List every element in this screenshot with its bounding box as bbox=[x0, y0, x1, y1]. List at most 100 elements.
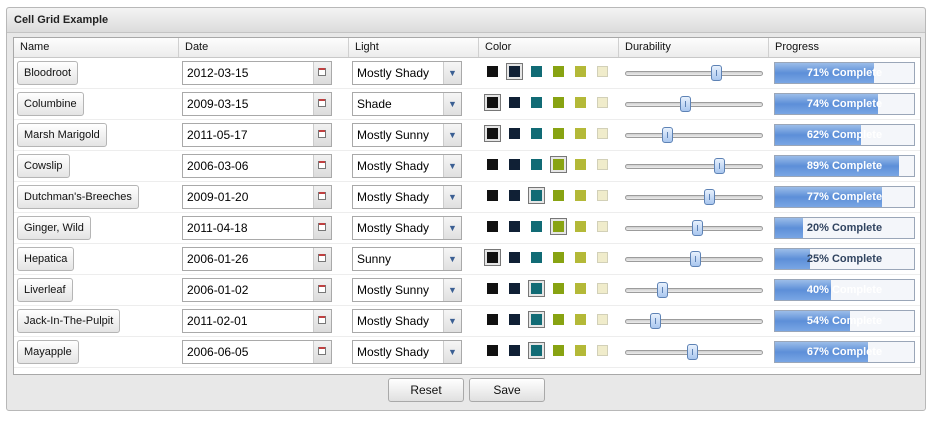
row-name-button[interactable]: Liverleaf bbox=[17, 278, 73, 302]
row-name-button[interactable]: Cowslip bbox=[17, 154, 70, 178]
color-swatch[interactable] bbox=[531, 159, 542, 170]
color-swatch[interactable] bbox=[553, 252, 564, 263]
color-swatch[interactable] bbox=[553, 283, 564, 294]
column-header-date[interactable]: Date bbox=[179, 38, 349, 57]
chevron-down-icon[interactable]: ▼ bbox=[443, 124, 461, 146]
calendar-icon[interactable] bbox=[313, 124, 331, 146]
row-name-button[interactable]: Hepatica bbox=[17, 247, 75, 271]
chevron-down-icon[interactable]: ▼ bbox=[443, 93, 461, 115]
durability-slider-thumb[interactable] bbox=[680, 96, 691, 112]
color-swatch[interactable] bbox=[553, 66, 564, 77]
row-name-button[interactable]: Jack-In-The-Pulpit bbox=[17, 309, 121, 333]
chevron-down-icon[interactable]: ▼ bbox=[443, 310, 461, 332]
durability-slider-track[interactable] bbox=[625, 288, 763, 293]
color-swatch[interactable] bbox=[575, 252, 586, 263]
chevron-down-icon[interactable]: ▼ bbox=[443, 279, 461, 301]
column-header-progress[interactable]: Progress bbox=[769, 38, 920, 57]
durability-slider-thumb[interactable] bbox=[714, 158, 725, 174]
color-swatch[interactable] bbox=[575, 345, 586, 356]
light-select[interactable]: Mostly Sunny ▼ bbox=[352, 123, 462, 147]
light-select[interactable]: Mostly Sunny ▼ bbox=[352, 278, 462, 302]
color-swatch[interactable] bbox=[597, 345, 608, 356]
light-select[interactable]: Mostly Shady ▼ bbox=[352, 309, 462, 333]
color-swatch[interactable] bbox=[597, 66, 608, 77]
light-select[interactable]: Shade ▼ bbox=[352, 92, 462, 116]
color-swatch[interactable] bbox=[597, 252, 608, 263]
durability-slider-track[interactable] bbox=[625, 164, 763, 169]
color-swatch-selected[interactable] bbox=[550, 156, 567, 173]
color-swatch[interactable] bbox=[597, 314, 608, 325]
color-swatch[interactable] bbox=[509, 283, 520, 294]
color-swatch[interactable] bbox=[597, 190, 608, 201]
column-header-name[interactable]: Name bbox=[14, 38, 179, 57]
durability-slider-track[interactable] bbox=[625, 319, 763, 324]
row-name-button[interactable]: Dutchman's-Breeches bbox=[17, 185, 139, 209]
color-swatch[interactable] bbox=[509, 314, 520, 325]
color-swatch-selected[interactable] bbox=[528, 280, 545, 297]
durability-slider-thumb[interactable] bbox=[687, 344, 698, 360]
calendar-icon[interactable] bbox=[313, 155, 331, 177]
chevron-down-icon[interactable]: ▼ bbox=[443, 341, 461, 363]
color-swatch[interactable] bbox=[553, 314, 564, 325]
row-name-button[interactable]: Ginger, Wild bbox=[17, 216, 91, 240]
chevron-down-icon[interactable]: ▼ bbox=[443, 62, 461, 84]
calendar-icon[interactable] bbox=[313, 279, 331, 301]
chevron-down-icon[interactable]: ▼ bbox=[443, 217, 461, 239]
color-swatch[interactable] bbox=[487, 283, 498, 294]
light-select[interactable]: Mostly Shady ▼ bbox=[352, 154, 462, 178]
date-field[interactable]: 2006-01-02 bbox=[182, 278, 332, 302]
durability-slider-track[interactable] bbox=[625, 195, 763, 200]
color-swatch-selected[interactable] bbox=[506, 63, 523, 80]
color-swatch[interactable] bbox=[575, 283, 586, 294]
calendar-icon[interactable] bbox=[313, 248, 331, 270]
durability-slider-thumb[interactable] bbox=[704, 189, 715, 205]
calendar-icon[interactable] bbox=[313, 341, 331, 363]
color-swatch-selected[interactable] bbox=[484, 94, 501, 111]
date-field[interactable]: 2009-03-15 bbox=[182, 92, 332, 116]
calendar-icon[interactable] bbox=[313, 186, 331, 208]
color-swatch[interactable] bbox=[531, 97, 542, 108]
color-swatch-selected[interactable] bbox=[484, 249, 501, 266]
save-button[interactable]: Save bbox=[469, 378, 545, 402]
color-swatch[interactable] bbox=[553, 97, 564, 108]
row-name-button[interactable]: Columbine bbox=[17, 92, 84, 116]
light-select[interactable]: Mostly Shady ▼ bbox=[352, 340, 462, 364]
color-swatch[interactable] bbox=[575, 97, 586, 108]
color-swatch[interactable] bbox=[531, 128, 542, 139]
color-swatch[interactable] bbox=[575, 190, 586, 201]
durability-slider-track[interactable] bbox=[625, 102, 763, 107]
color-swatch[interactable] bbox=[509, 128, 520, 139]
calendar-icon[interactable] bbox=[313, 310, 331, 332]
color-swatch[interactable] bbox=[509, 159, 520, 170]
date-field[interactable]: 2006-06-05 bbox=[182, 340, 332, 364]
date-field[interactable]: 2006-03-06 bbox=[182, 154, 332, 178]
color-swatch-selected[interactable] bbox=[528, 311, 545, 328]
date-field[interactable]: 2009-01-20 bbox=[182, 185, 332, 209]
calendar-icon[interactable] bbox=[313, 217, 331, 239]
date-field[interactable]: 2012-03-15 bbox=[182, 61, 332, 85]
color-swatch[interactable] bbox=[487, 314, 498, 325]
color-swatch[interactable] bbox=[575, 66, 586, 77]
row-name-button[interactable]: Marsh Marigold bbox=[17, 123, 107, 147]
color-swatch[interactable] bbox=[575, 221, 586, 232]
color-swatch[interactable] bbox=[487, 190, 498, 201]
durability-slider-thumb[interactable] bbox=[692, 220, 703, 236]
calendar-icon[interactable] bbox=[313, 93, 331, 115]
calendar-icon[interactable] bbox=[313, 62, 331, 84]
date-field[interactable]: 2011-02-01 bbox=[182, 309, 332, 333]
color-swatch[interactable] bbox=[531, 252, 542, 263]
color-swatch[interactable] bbox=[509, 252, 520, 263]
row-name-button[interactable]: Mayapple bbox=[17, 340, 79, 364]
color-swatch[interactable] bbox=[531, 66, 542, 77]
color-swatch[interactable] bbox=[487, 221, 498, 232]
durability-slider-thumb[interactable] bbox=[662, 127, 673, 143]
color-swatch[interactable] bbox=[553, 345, 564, 356]
date-field[interactable]: 2011-05-17 bbox=[182, 123, 332, 147]
reset-button[interactable]: Reset bbox=[388, 378, 464, 402]
color-swatch[interactable] bbox=[597, 159, 608, 170]
color-swatch[interactable] bbox=[509, 345, 520, 356]
chevron-down-icon[interactable]: ▼ bbox=[443, 186, 461, 208]
color-swatch[interactable] bbox=[509, 190, 520, 201]
column-header-durability[interactable]: Durability bbox=[619, 38, 769, 57]
light-select[interactable]: Sunny ▼ bbox=[352, 247, 462, 271]
